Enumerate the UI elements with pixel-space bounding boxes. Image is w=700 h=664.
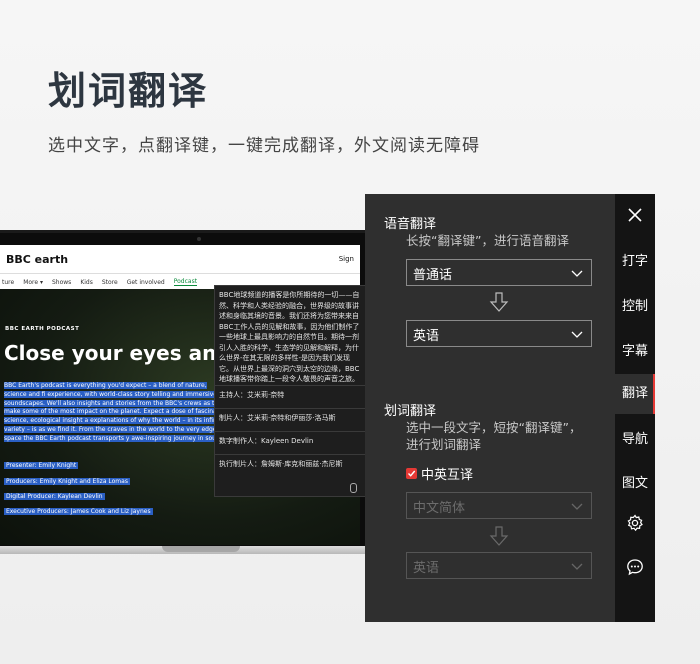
credit-line: Producers: Emily Knight and Eliza Lomas: [4, 478, 130, 485]
text-source-value: 中文简体: [413, 501, 466, 516]
text-translation-hint: 选中一段文字，短按“翻译键”，: [406, 420, 582, 435]
sidebar-item-subtitles[interactable]: 字幕: [615, 340, 655, 359]
webcam: [197, 237, 201, 241]
site-logo[interactable]: BBC earth: [6, 253, 68, 266]
nav-item[interactable]: Shows: [52, 279, 71, 286]
popup-row: 主持人：艾米莉·奈特: [215, 385, 367, 408]
nav-item[interactable]: ture: [2, 279, 14, 286]
selected-text: BBC Earth's podcast is everything you'd …: [4, 382, 229, 442]
close-icon[interactable]: [626, 206, 644, 224]
sidebar-item-navigation[interactable]: 导航: [615, 428, 655, 447]
credit-line: Digital Producer: Kaylean Devlin: [4, 493, 105, 500]
text-source-select[interactable]: 中文简体: [406, 492, 592, 519]
text-translation-hint-2: 进行划词翻译: [406, 437, 482, 452]
chevron-down-icon: [571, 563, 583, 570]
signin-link[interactable]: Sign: [339, 255, 354, 263]
nav-item-podcast[interactable]: Podcast: [173, 278, 198, 286]
checkbox[interactable]: [406, 468, 417, 479]
microphone-icon[interactable]: [350, 483, 357, 493]
nav-item[interactable]: Get involved: [127, 279, 165, 286]
sidebar-item-control[interactable]: 控制: [615, 295, 655, 314]
voice-source-select[interactable]: 普通话: [406, 259, 592, 286]
text-target-select[interactable]: 英语: [406, 552, 592, 579]
chat-icon[interactable]: [626, 558, 644, 576]
voice-translation-hint: 长按“翻译键”，进行语音翻译: [406, 233, 569, 248]
checkmark-icon: [408, 470, 416, 477]
popup-translation-text: BBC地球频道的播客是你所期待的一切——自然、科学和人类经验的融合，世界级的故事…: [219, 291, 360, 383]
text-translation-title: 划词翻译: [384, 404, 437, 419]
sidebar-item-typing[interactable]: 打字: [615, 250, 655, 269]
text-target-value: 英语: [413, 561, 440, 576]
voice-target-select[interactable]: 英语: [406, 320, 592, 347]
podcast-kicker: BBC EARTH PODCAST: [5, 326, 80, 332]
page-subheading: 选中文字，点翻译键，一键完成翻译，外文阅读无障碍: [48, 136, 480, 156]
sidebar-item-translate[interactable]: 翻译: [615, 374, 655, 414]
popup-row: 制片人：艾米莉·奈特和伊丽莎·洛马斯: [215, 408, 367, 431]
popup-row: 数字制作人：Kayleen Devlin: [215, 431, 367, 454]
credit-line: Presenter: Emily Knight: [4, 462, 79, 469]
nav-item[interactable]: More ▾: [23, 279, 43, 286]
chevron-down-icon: [571, 270, 583, 277]
bilingual-toggle[interactable]: 中英互译: [406, 464, 473, 483]
arrow-down-icon: [489, 526, 509, 546]
voice-translation-title: 语音翻译: [384, 217, 437, 232]
function-sidebar: 打字 控制 字幕 翻译 导航 图文: [615, 194, 655, 622]
translation-popup: BBC地球频道的播客是你所期待的一切——自然、科学和人类经验的融合，世界级的故事…: [214, 285, 368, 497]
credit-line: Executive Producers: James Cook and Liz …: [4, 508, 153, 515]
laptop-notch: [162, 546, 240, 552]
translation-panel: 语音翻译 长按“翻译键”，进行语音翻译 普通话 英语 划词翻译 选中一段文字，短…: [365, 194, 615, 622]
voice-target-value: 英语: [413, 329, 440, 344]
nav-item[interactable]: Kids: [80, 279, 93, 286]
nav-item[interactable]: Store: [102, 279, 118, 286]
site-header: BBC earth Sign: [0, 245, 360, 273]
voice-source-value: 普通话: [413, 268, 453, 283]
laptop-screen: BBC earth Sign ture More ▾ Shows Kids St…: [0, 230, 383, 552]
checkbox-label: 中英互译: [421, 468, 474, 483]
chevron-down-icon: [571, 503, 583, 510]
sidebar-item-image-text[interactable]: 图文: [615, 472, 655, 491]
arrow-down-icon: [489, 292, 509, 312]
chevron-down-icon: [571, 331, 583, 338]
popup-row: 执行制片人：詹姆斯·库克和丽兹·杰尼斯: [215, 454, 367, 477]
gear-icon[interactable]: [626, 514, 644, 532]
page-heading: 划词翻译: [48, 69, 209, 113]
podcast-description[interactable]: BBC Earth's podcast is everything you'd …: [4, 382, 229, 444]
